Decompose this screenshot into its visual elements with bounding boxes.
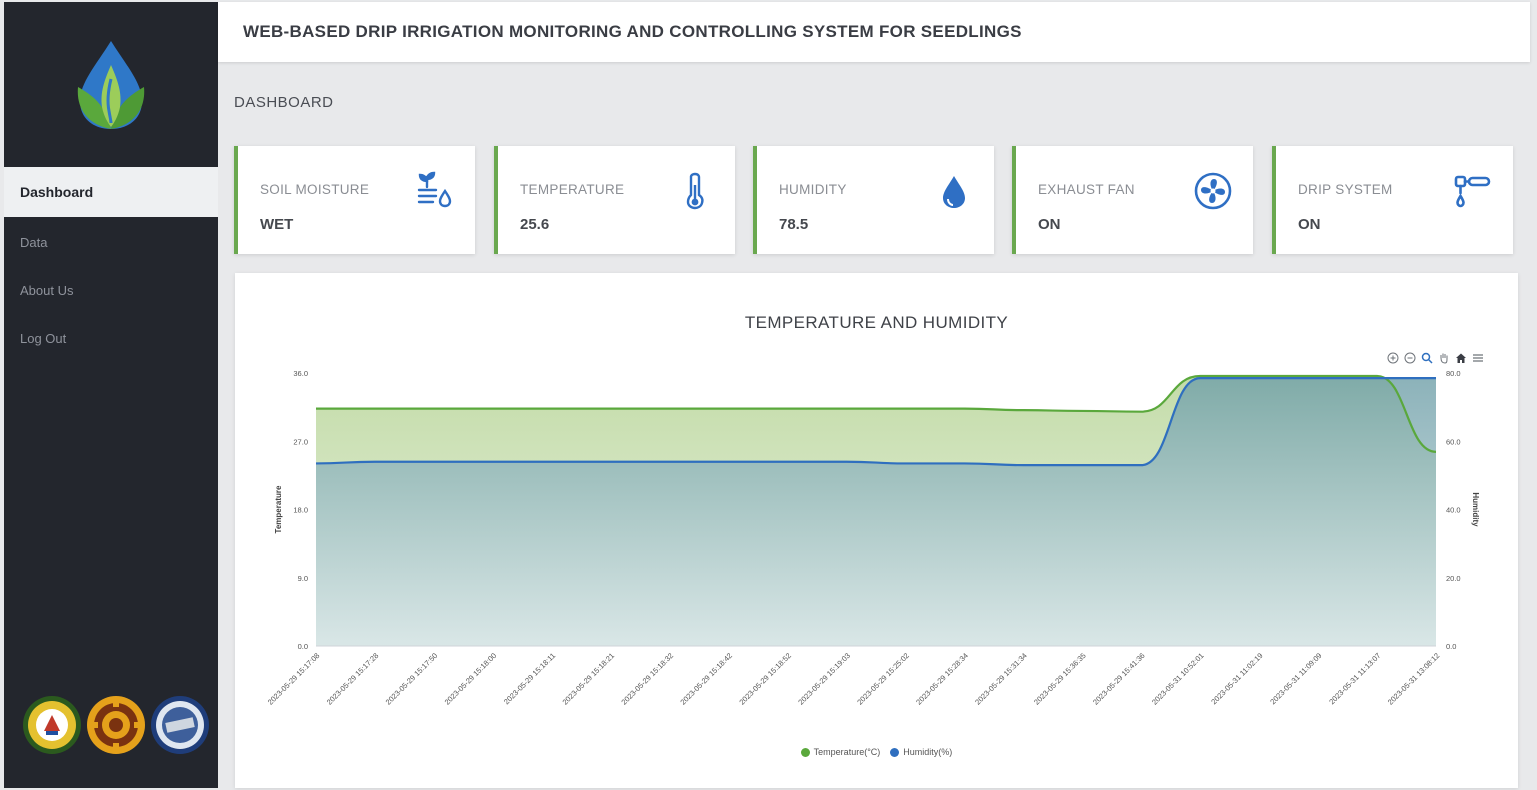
card-label: EXHAUST FAN	[1038, 182, 1135, 197]
department-seal-icon	[151, 696, 209, 754]
card-label: TEMPERATURE	[520, 182, 625, 197]
y-tick-label: 27.0	[293, 437, 308, 446]
card-temperature: TEMPERATURE 25.6	[494, 146, 735, 254]
drip-pipe-icon	[1454, 175, 1491, 208]
sidebar: Dashboard Data About Us Log Out	[4, 2, 218, 788]
sidebar-item-dashboard[interactable]: Dashboard	[4, 167, 218, 217]
y2-axis-title: Humidity	[1471, 492, 1480, 527]
sidebar-item-about-us[interactable]: About Us	[4, 265, 218, 315]
x-tick-label: 2023-05-31 13:08:12	[1386, 651, 1442, 707]
x-tick-label: 2023-05-29 15:19:03	[796, 651, 852, 707]
top-bar: WEB-BASED DRIP IRRIGATION MONITORING AND…	[218, 2, 1530, 62]
card-humidity: HUMIDITY 78.5	[753, 146, 994, 254]
card-value: ON	[1298, 216, 1321, 233]
chart-panel: TEMPERATURE AND HUMIDITY 0.0 9.0 18.0 27.0 3…	[235, 273, 1518, 788]
x-tick-label: 2023-05-29 15:41:36	[1091, 651, 1147, 707]
card-soil-moisture: SOIL MOISTURE WET	[234, 146, 475, 254]
water-drop-icon	[943, 176, 965, 208]
y-tick-label: 18.0	[293, 506, 308, 515]
y-tick-label: 36.0	[293, 369, 308, 378]
gear-seal-icon	[87, 696, 145, 754]
plant-water-icon	[417, 171, 452, 208]
x-tick-label: 2023-05-31 11:13:07	[1327, 651, 1382, 706]
card-label: SOIL MOISTURE	[260, 182, 370, 197]
x-tick-label: 2023-05-31 10:52:01	[1150, 651, 1206, 707]
temperature-humidity-chart: 0.0 9.0 18.0 27.0 36.0 0.0 20.0 40.0 60.0 80.0 Tem…	[266, 369, 1480, 707]
legend-marker	[800, 747, 810, 757]
card-value: 25.6	[520, 216, 550, 233]
leaf-water-drop-logo-icon	[77, 40, 145, 129]
card-exhaust-fan: EXHAUST FAN ON	[1012, 146, 1253, 254]
fan-icon	[1194, 172, 1232, 210]
x-tick-label: 2023-05-29 15:17:50	[384, 651, 440, 707]
y2-tick-label: 40.0	[1446, 506, 1461, 515]
x-tick-label: 2023-05-29 15:18:21	[561, 651, 617, 707]
legend-item-humidity[interactable]: Humidity(%)	[890, 747, 952, 757]
card-label: DRIP SYSTEM	[1298, 182, 1393, 197]
thermometer-icon	[686, 172, 704, 210]
y2-tick-label: 60.0	[1446, 437, 1461, 446]
y-axis-title: Temperature	[274, 485, 283, 533]
app-logo	[4, 2, 218, 167]
sidebar-item-label: Log Out	[20, 330, 67, 346]
x-tick-label: 2023-05-31 11:09:09	[1268, 651, 1323, 706]
y2-tick-label: 20.0	[1446, 574, 1461, 583]
card-value: 78.5	[779, 216, 809, 233]
x-tick-label: 2023-05-29 15:17:28	[325, 651, 381, 707]
app-title: WEB-BASED DRIP IRRIGATION MONITORING AND…	[243, 22, 1022, 41]
x-tick-label: 2023-05-29 15:25:02	[855, 651, 911, 707]
sidebar-item-data[interactable]: Data	[4, 217, 218, 267]
x-tick-label: 2023-05-29 15:18:52	[737, 651, 793, 707]
card-value: WET	[260, 216, 294, 233]
x-tick-label: 2023-05-29 15:36:35	[1032, 651, 1088, 707]
legend-marker	[890, 747, 900, 757]
legend-item-temperature[interactable]: Temperature(°C)	[800, 747, 881, 757]
x-tick-label: 2023-05-29 15:28:34	[914, 651, 970, 707]
x-tick-label: 2023-05-29 15:18:32	[619, 651, 675, 707]
x-tick-label: 2023-05-29 15:18:11	[502, 651, 557, 706]
card-drip-system: DRIP SYSTEM ON	[1272, 146, 1513, 254]
sidebar-item-label: Data	[20, 234, 48, 250]
x-tick-label: 2023-05-29 15:17:08	[266, 651, 322, 707]
page-title: DASHBOARD	[234, 94, 334, 111]
sidebar-item-log-out[interactable]: Log Out	[4, 313, 218, 363]
x-tick-label: 2023-05-29 15:31:34	[973, 651, 1029, 707]
partner-seals	[22, 695, 210, 755]
card-value: ON	[1038, 216, 1061, 233]
x-tick-label: 2023-05-31 11:02:19	[1209, 651, 1264, 706]
chart-legend: Temperature(°C) Humidity(%)	[235, 747, 1518, 757]
sidebar-item-label: About Us	[20, 282, 74, 298]
sidebar-item-label: Dashboard	[20, 184, 94, 200]
y2-tick-label: 80.0	[1446, 369, 1461, 378]
x-tick-label: 2023-05-29 15:18:00	[443, 651, 499, 707]
legend-label: Temperature(°C)	[813, 747, 881, 757]
legend-label: Humidity(%)	[903, 747, 953, 757]
card-label: HUMIDITY	[779, 182, 847, 197]
y-tick-label: 0.0	[298, 642, 308, 651]
y2-tick-label: 0.0	[1446, 642, 1456, 651]
y-tick-label: 9.0	[298, 574, 308, 583]
university-seal-icon	[23, 696, 81, 754]
app-root: Dashboard Data About Us Log Out WEB-BASE…	[0, 0, 1537, 790]
x-tick-label: 2023-05-29 15:18:42	[678, 651, 734, 707]
